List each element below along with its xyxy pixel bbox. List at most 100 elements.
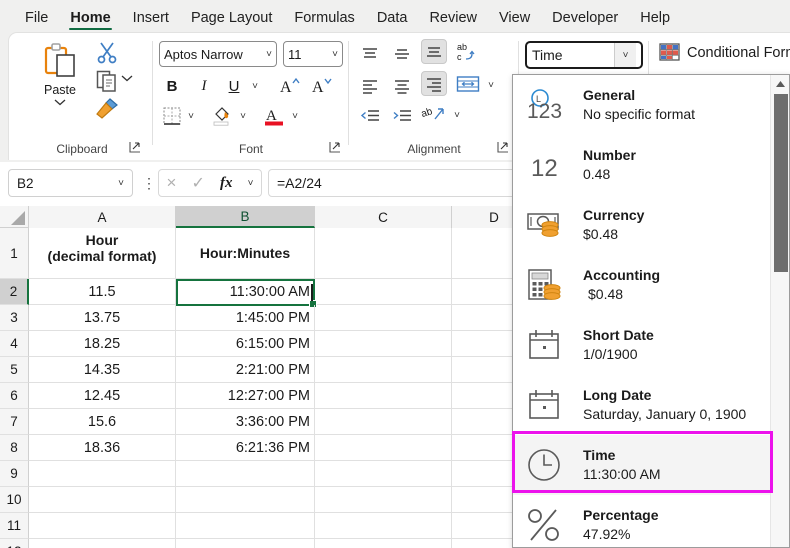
tab-home[interactable]: Home	[59, 7, 121, 32]
cell-C7[interactable]	[315, 409, 452, 435]
row-header-4[interactable]: 4	[0, 331, 29, 357]
cell-A1[interactable]: Hour (decimal format)	[29, 228, 176, 279]
text-rotation-button[interactable]: ab	[421, 101, 447, 126]
cell-B12[interactable]	[176, 539, 315, 548]
enter-icon[interactable]: ✓	[192, 173, 205, 193]
fill-color-button[interactable]	[209, 103, 235, 129]
cell-A12[interactable]	[29, 539, 176, 548]
cancel-icon[interactable]: ×	[167, 173, 177, 193]
align-right-button[interactable]	[421, 71, 447, 96]
cell-A6[interactable]: 12.45	[29, 383, 176, 409]
align-center-button[interactable]	[389, 73, 415, 98]
cell-C5[interactable]	[315, 357, 452, 383]
cell-A2[interactable]: 11.5	[29, 279, 176, 305]
align-top-button[interactable]	[357, 41, 383, 66]
cell-B7[interactable]: 3:36:00 PM	[176, 409, 315, 435]
cell-A4[interactable]: 18.25	[29, 331, 176, 357]
cell-B10[interactable]	[176, 487, 315, 513]
format-option-short-date[interactable]: Short Date 1/0/1900	[513, 315, 771, 375]
insert-function-icon[interactable]: fx	[220, 175, 233, 192]
name-box[interactable]: B2 ˅	[8, 169, 133, 197]
cell-B2[interactable]: 11:30:00 AM	[176, 279, 315, 305]
borders-dropdown-arrow[interactable]: ˅	[183, 103, 199, 129]
chevron-down-icon[interactable]: ˅	[332, 49, 338, 60]
column-header-c[interactable]: C	[315, 206, 452, 228]
borders-button[interactable]	[159, 103, 185, 129]
underline-dropdown-arrow[interactable]: ˅	[247, 73, 263, 99]
column-header-a[interactable]: A	[29, 206, 176, 228]
row-header-9[interactable]: 9	[0, 461, 29, 487]
row-header-10[interactable]: 10	[0, 487, 29, 513]
scrollbar-thumb[interactable]	[774, 94, 788, 272]
paste-button[interactable]: Paste	[31, 41, 89, 123]
merge-center-button[interactable]	[455, 71, 481, 96]
align-left-button[interactable]	[357, 73, 383, 98]
format-option-time[interactable]: Time 11:30:00 AM	[513, 435, 771, 495]
row-header-11[interactable]: 11	[0, 513, 29, 539]
alignment-dialog-launcher[interactable]	[497, 141, 511, 155]
chevron-down-icon[interactable]: ˅	[614, 43, 636, 67]
decrease-font-size-button[interactable]: A	[309, 73, 335, 99]
column-header-b[interactable]: B	[176, 206, 315, 228]
cell-C9[interactable]	[315, 461, 452, 487]
cell-C6[interactable]	[315, 383, 452, 409]
cell-A11[interactable]	[29, 513, 176, 539]
copy-button[interactable]	[95, 69, 119, 93]
chevron-down-icon[interactable]: ˅	[266, 49, 272, 60]
format-option-long-date[interactable]: Long Date Saturday, January 0, 1900	[513, 375, 771, 435]
merge-dropdown-arrow[interactable]: ˅	[483, 73, 499, 98]
align-middle-button[interactable]	[389, 41, 415, 66]
cell-C10[interactable]	[315, 487, 452, 513]
italic-button[interactable]: I	[191, 73, 217, 99]
cell-A3[interactable]: 13.75	[29, 305, 176, 331]
row-header-12[interactable]: 12	[0, 539, 29, 548]
rotate-dropdown-arrow[interactable]: ˅	[449, 103, 465, 128]
chevron-down-icon[interactable]: ˅	[248, 178, 254, 189]
tab-file[interactable]: File	[14, 7, 59, 32]
cell-B1[interactable]: Hour:Minutes	[176, 228, 315, 279]
chevron-down-icon[interactable]	[54, 98, 66, 106]
format-option-accounting[interactable]: Accounting $0.48	[513, 255, 771, 315]
font-name-input[interactable]: Aptos Narrow ˅	[159, 41, 277, 67]
clipboard-dialog-launcher[interactable]	[129, 141, 143, 155]
font-size-input[interactable]: 11 ˅	[283, 41, 343, 67]
cell-B9[interactable]	[176, 461, 315, 487]
cut-button[interactable]	[95, 40, 119, 64]
align-bottom-button[interactable]	[421, 39, 447, 64]
cell-C4[interactable]	[315, 331, 452, 357]
cell-C3[interactable]	[315, 305, 452, 331]
font-color-button[interactable]: A	[261, 103, 287, 129]
increase-indent-button[interactable]	[389, 103, 415, 128]
format-option-percentage[interactable]: Percentage 47.92%	[513, 495, 771, 547]
cell-A9[interactable]	[29, 461, 176, 487]
cell-B3[interactable]: 1:45:00 PM	[176, 305, 315, 331]
tab-insert[interactable]: Insert	[122, 7, 180, 32]
cell-C11[interactable]	[315, 513, 452, 539]
orientation-button[interactable]: ab c	[455, 39, 481, 64]
font-dialog-launcher[interactable]	[329, 141, 343, 155]
number-format-dropdown[interactable]: L 123 General No specific format 12 Numb…	[512, 74, 790, 548]
cell-A7[interactable]: 15.6	[29, 409, 176, 435]
copy-dropdown-arrow[interactable]	[121, 74, 133, 82]
fill-color-dropdown-arrow[interactable]: ˅	[235, 103, 251, 129]
row-header-3[interactable]: 3	[0, 305, 29, 331]
cell-B4[interactable]: 6:15:00 PM	[176, 331, 315, 357]
cell-C12[interactable]	[315, 539, 452, 548]
format-option-general[interactable]: L 123 General No specific format	[513, 75, 771, 135]
tab-formulas[interactable]: Formulas	[283, 7, 365, 32]
number-format-combobox[interactable]: Time ˅	[525, 41, 643, 69]
cell-A5[interactable]: 14.35	[29, 357, 176, 383]
tab-view[interactable]: View	[488, 7, 541, 32]
cell-C2[interactable]	[315, 279, 452, 305]
row-header-5[interactable]: 5	[0, 357, 29, 383]
select-all-corner[interactable]	[0, 206, 29, 228]
tab-developer[interactable]: Developer	[541, 7, 629, 32]
format-option-currency[interactable]: Currency $0.48	[513, 195, 771, 255]
cell-C8[interactable]	[315, 435, 452, 461]
chevron-down-icon[interactable]: ˅	[118, 178, 124, 189]
format-painter-button[interactable]	[95, 97, 119, 121]
bold-button[interactable]: B	[159, 73, 185, 99]
tab-page-layout[interactable]: Page Layout	[180, 7, 283, 32]
underline-button[interactable]: U	[221, 73, 247, 99]
row-header-1[interactable]: 1	[0, 228, 29, 279]
